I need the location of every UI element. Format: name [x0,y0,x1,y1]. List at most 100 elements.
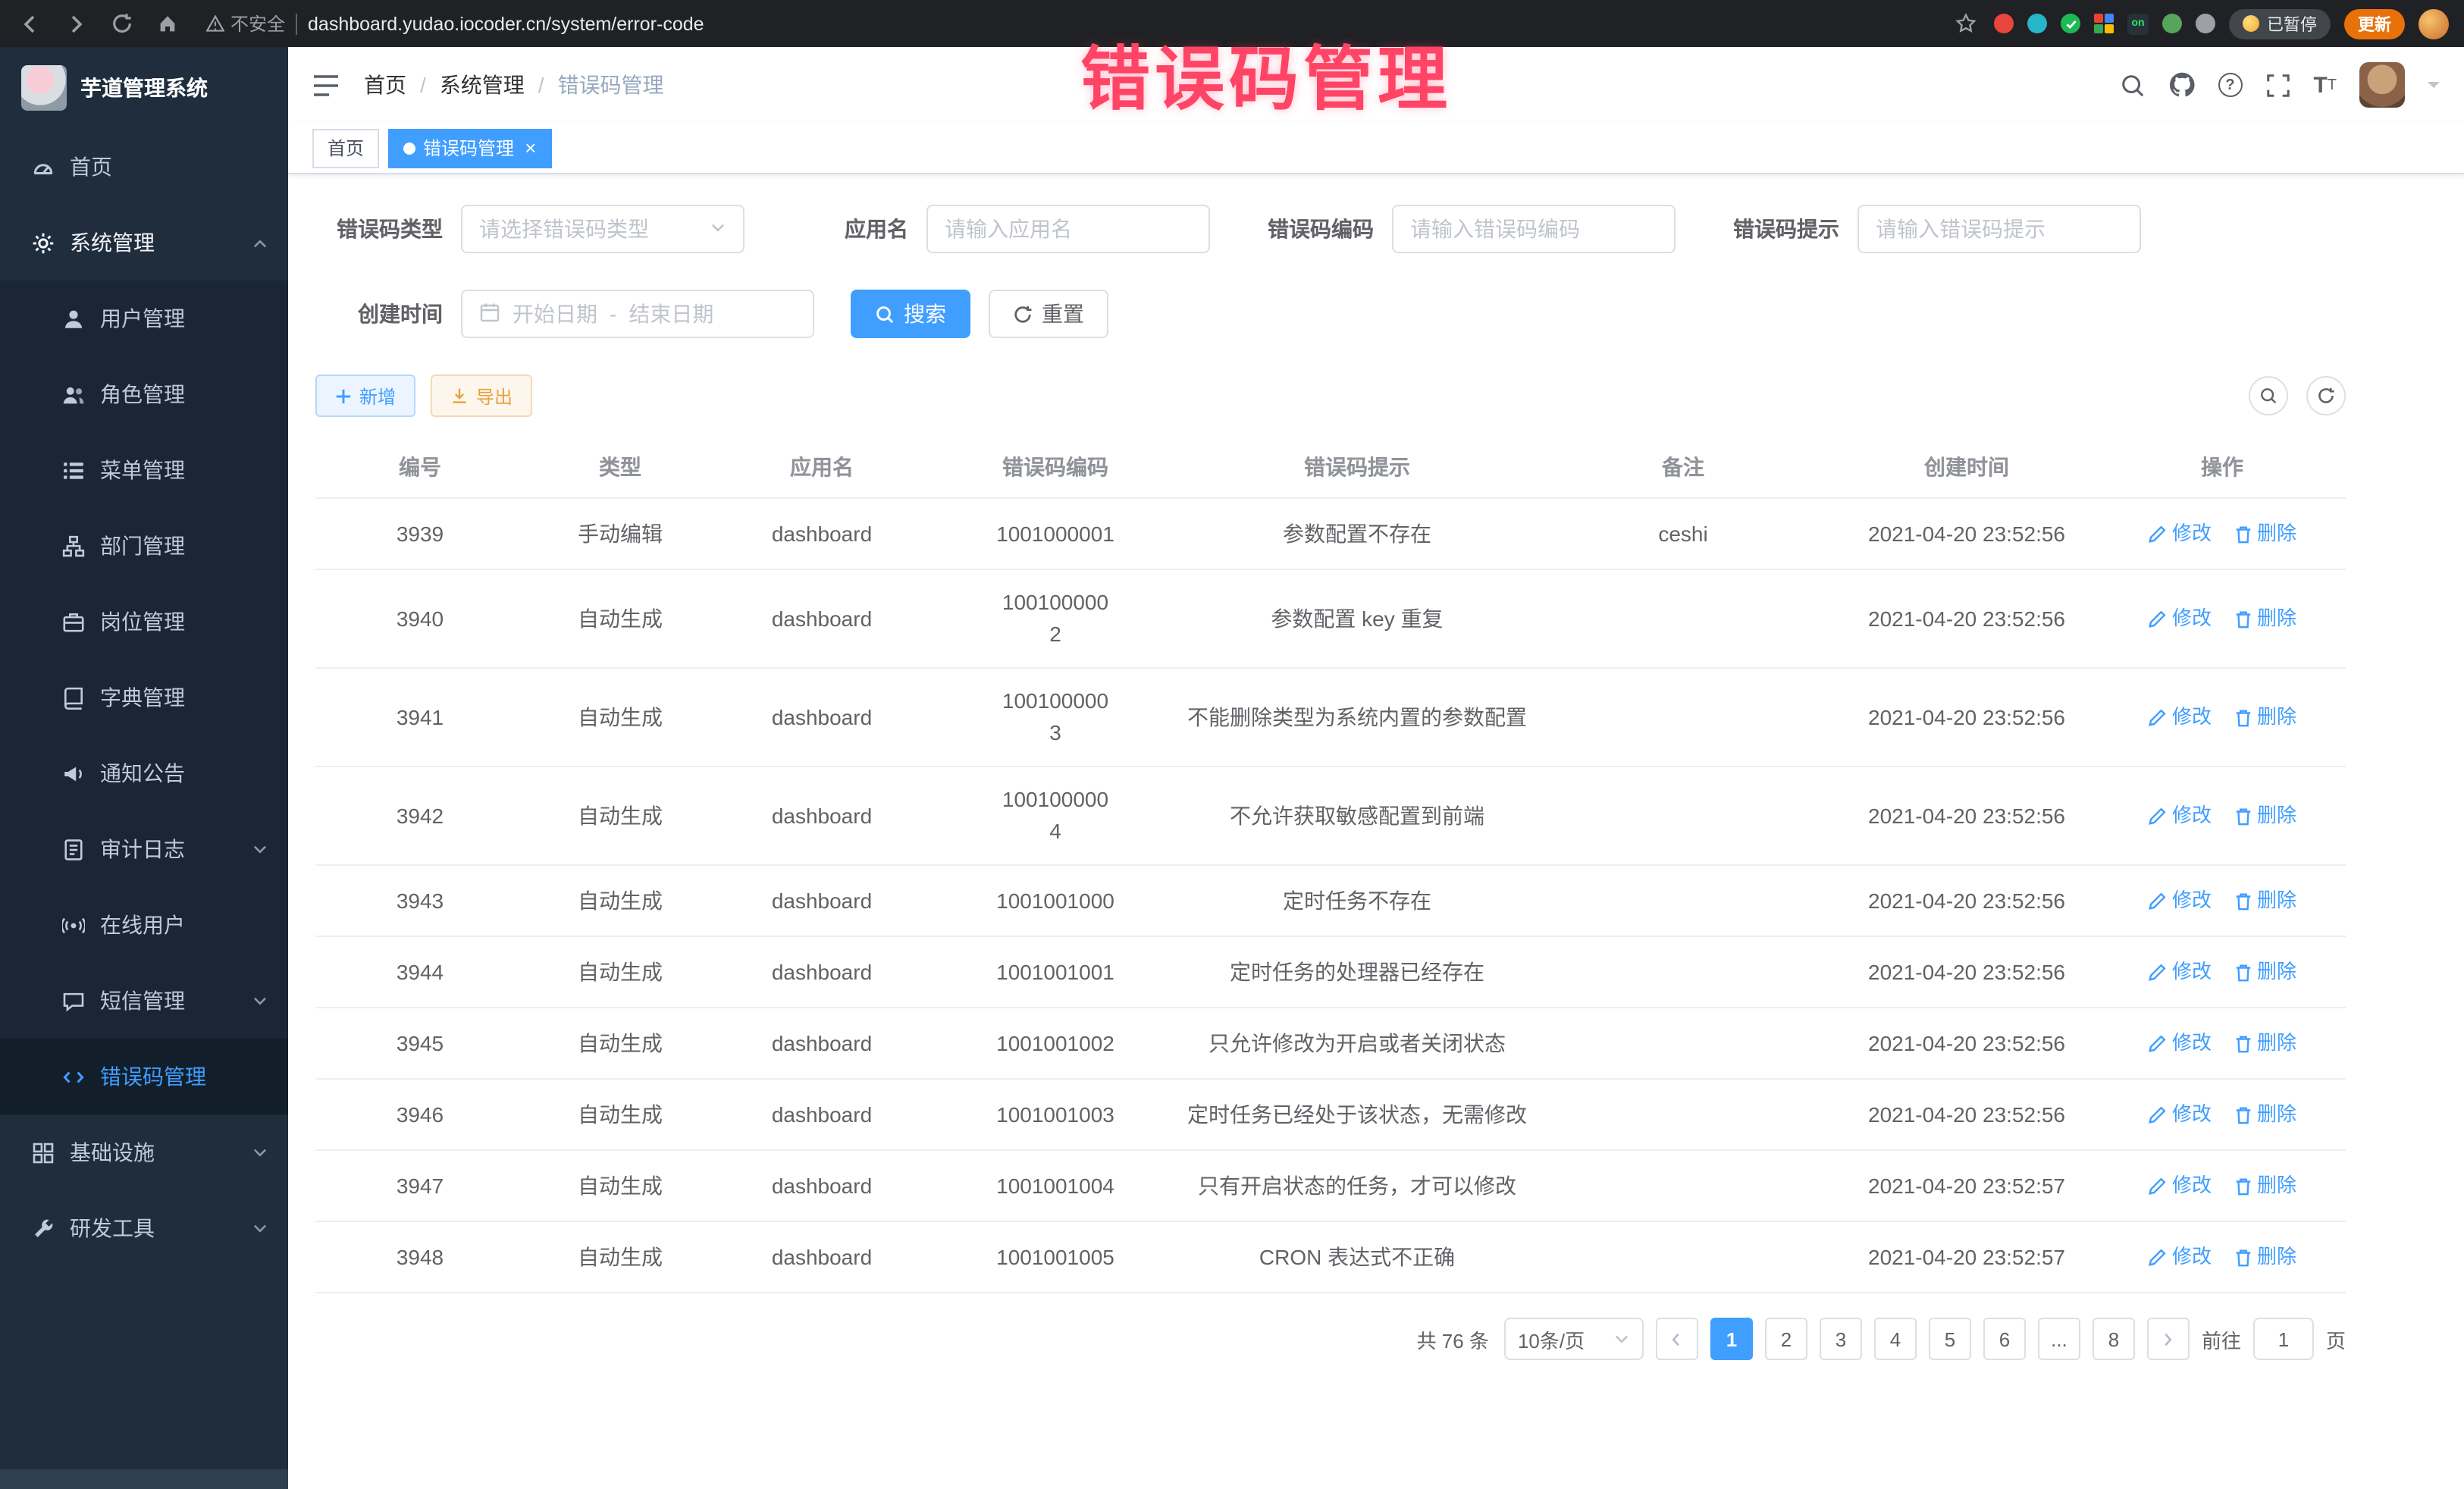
sidebar-item-users[interactable]: 用户管理 [0,281,288,356]
edit-link[interactable]: 修改 [2148,801,2212,831]
app-name-input[interactable] [926,205,1210,253]
sidebar-item-online-users[interactable]: 在线用户 [0,887,288,963]
page-button-6[interactable]: 6 [1983,1318,2026,1360]
hint-input[interactable] [1857,205,2141,253]
search-icon[interactable] [2119,72,2145,98]
sidebar-item-dicts[interactable]: 字典管理 [0,660,288,735]
table-row: 3939手动编辑dashboard1001000001参数配置不存在ceshi2… [315,499,2346,570]
next-page-button[interactable] [2147,1318,2190,1360]
ext-teal-icon[interactable] [2027,14,2047,33]
goto-suffix: 页 [2326,1324,2346,1353]
delete-link[interactable]: 删除 [2233,1171,2296,1201]
plus-icon [335,387,352,404]
delete-link[interactable]: 删除 [2233,801,2296,831]
font-size-icon[interactable]: TT [2313,72,2337,98]
caret-down-icon[interactable] [2428,82,2440,94]
reload-icon[interactable] [106,8,136,39]
table-toolbar: 新增 导出 [315,375,2346,417]
breadcrumb-item[interactable]: 系统管理 [440,70,525,100]
sidebar-item-depts[interactable]: 部门管理 [0,508,288,584]
sidebar-item-audit-logs[interactable]: 审计日志 [0,811,288,887]
ext-green-icon[interactable] [2162,14,2182,33]
page-size-select[interactable]: 10条/页 [1504,1318,1644,1360]
update-button[interactable]: 更新 [2344,8,2405,39]
page-button-8[interactable]: 8 [2093,1318,2135,1360]
tab-error-code[interactable]: 错误码管理 × [388,128,551,168]
error-type-select[interactable]: 请选择错误码类型 [461,205,745,253]
edit-link[interactable]: 修改 [2148,1029,2212,1058]
close-icon[interactable]: × [525,138,536,158]
delete-link[interactable]: 删除 [2233,703,2296,732]
cell-time: 2021-04-20 23:52:56 [1835,956,2099,988]
gear-icon [30,231,55,254]
sidebar-item-roles[interactable]: 角色管理 [0,356,288,432]
breadcrumb-item[interactable]: 首页 [364,70,406,100]
github-icon[interactable] [2168,71,2195,99]
url-text[interactable]: dashboard.yudao.iocoder.cn/system/error-… [308,13,704,34]
back-icon[interactable] [15,8,45,39]
sidebar-item-infrastructure[interactable]: 基础设施 [0,1114,288,1190]
edit-link[interactable]: 修改 [2148,958,2212,987]
ext-puzzle-icon[interactable] [2196,14,2215,33]
tab-home[interactable]: 首页 [312,128,379,168]
paused-badge[interactable]: 已暂停 [2229,8,2331,39]
ext-grid-icon[interactable] [2094,14,2114,33]
dashboard-icon [30,155,55,178]
hamburger-icon[interactable] [312,74,340,96]
code-input[interactable] [1392,205,1676,253]
page-button-3[interactable]: 3 [1820,1318,1862,1360]
help-icon[interactable]: ? [2218,73,2242,97]
edit-link[interactable]: 修改 [2148,1243,2212,1272]
sidebar-item-notices[interactable]: 通知公告 [0,735,288,811]
date-range-picker[interactable]: 开始日期 - 结束日期 [461,290,814,338]
user-avatar[interactable] [2359,62,2405,108]
goto-page-input[interactable] [2253,1318,2314,1360]
edit-link[interactable]: 修改 [2148,1171,2212,1201]
delete-link[interactable]: 删除 [2233,886,2296,916]
bookmark-star-icon[interactable] [1950,8,1980,39]
ext-proxy-icon[interactable]: on [2127,13,2149,34]
sidebar-item-menus[interactable]: 菜单管理 [0,432,288,508]
ext-check-icon[interactable] [2061,14,2080,33]
delete-link[interactable]: 删除 [2233,1100,2296,1130]
reset-button[interactable]: 重置 [989,290,1108,338]
delete-link[interactable]: 删除 [2233,519,2296,549]
delete-link[interactable]: 删除 [2233,604,2296,634]
refresh-button[interactable] [2306,376,2346,415]
navbar-actions: ? TT [2119,62,2440,108]
fullscreen-icon[interactable] [2265,72,2290,98]
page-button-1[interactable]: 1 [1710,1318,1753,1360]
export-button[interactable]: 导出 [431,375,532,417]
page-button-2[interactable]: 2 [1765,1318,1807,1360]
table-row: 3946自动生成dashboard1001001003定时任务已经处于该状态，无… [315,1080,2346,1151]
toggle-search-button[interactable] [2249,376,2288,415]
sidebar-item-error-codes[interactable]: 错误码管理 [0,1039,288,1114]
delete-link[interactable]: 删除 [2233,958,2296,987]
sidebar-collapse-bar[interactable] [0,1469,288,1489]
search-button[interactable]: 搜索 [851,290,970,338]
sidebar-logo[interactable]: 芋道管理系统 [0,47,288,129]
edit-link[interactable]: 修改 [2148,1100,2212,1130]
home-browser-icon[interactable] [152,8,182,39]
edit-link[interactable]: 修改 [2148,886,2212,916]
prev-page-button[interactable] [1656,1318,1698,1360]
sidebar-item-sms[interactable]: 短信管理 [0,963,288,1039]
url-bar[interactable]: 不安全 dashboard.yudao.iocoder.cn/system/er… [206,11,1935,36]
forward-icon[interactable] [61,8,91,39]
browser-profile-avatar[interactable] [2419,8,2449,39]
security-warning[interactable]: 不安全 [206,11,285,36]
edit-link[interactable]: 修改 [2148,703,2212,732]
sidebar-item-system[interactable]: 系统管理 [0,205,288,281]
sidebar-item-posts[interactable]: 岗位管理 [0,584,288,660]
edit-link[interactable]: 修改 [2148,604,2212,634]
edit-link[interactable]: 修改 [2148,519,2212,549]
ext-red-icon[interactable] [1994,14,2014,33]
sidebar-item-home[interactable]: 首页 [0,129,288,205]
delete-link[interactable]: 删除 [2233,1029,2296,1058]
delete-link[interactable]: 删除 [2233,1243,2296,1272]
add-button[interactable]: 新增 [315,375,415,417]
cell-type: 手动编辑 [525,518,716,550]
sidebar-item-dev-tools[interactable]: 研发工具 [0,1190,288,1266]
page-button-5[interactable]: 5 [1929,1318,1971,1360]
page-button-4[interactable]: 4 [1874,1318,1917,1360]
